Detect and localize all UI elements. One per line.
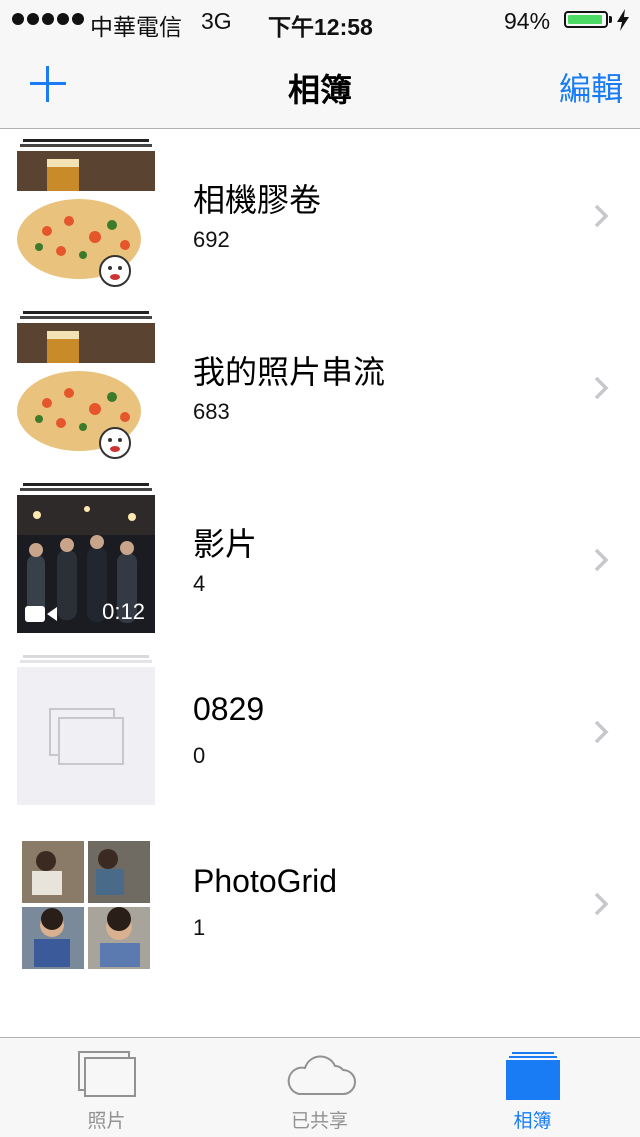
charging-bolt-icon xyxy=(617,9,629,31)
status-bar: 中華電信 3G 下午12:58 94% xyxy=(0,0,640,40)
album-count: 692 xyxy=(193,227,230,252)
cloud-icon xyxy=(287,1055,356,1095)
fried-rice-photo-thumbnail xyxy=(17,151,155,289)
album-name: 我的照片串流 xyxy=(193,354,386,390)
album-row-photogrid[interactable]: PhotoGrid 1 xyxy=(0,817,640,989)
album-thumbnail-stack xyxy=(17,655,155,805)
tab-shared[interactable]: 已共享 xyxy=(213,1038,426,1137)
battery-icon xyxy=(564,11,608,28)
chevron-right-icon xyxy=(594,720,609,744)
status-time: 下午12:58 xyxy=(268,14,373,40)
albums-icon xyxy=(505,1052,560,1100)
edit-button[interactable]: 編輯 xyxy=(559,64,623,110)
album-count: 683 xyxy=(193,399,230,424)
navigation-bar: 相簿 編輯 xyxy=(0,40,640,129)
tab-photos[interactable]: 照片 xyxy=(0,1038,213,1137)
battery-nub xyxy=(609,16,612,23)
carrier-name: 中華電信 xyxy=(90,14,182,40)
video-camera-icon xyxy=(25,606,57,622)
network-type: 3G xyxy=(201,8,232,34)
album-thumbnail-stack xyxy=(17,311,155,461)
fried-rice-photo-thumbnail xyxy=(17,323,155,461)
tab-albums[interactable]: 相簿 xyxy=(426,1038,639,1137)
album-count: 4 xyxy=(193,571,206,596)
video-duration: 0:12 xyxy=(102,599,145,624)
album-list: 相機膠卷 692 我的照片串流 683 0:12 影片 4 0829 0 Pho… xyxy=(0,129,640,989)
empty-album-placeholder xyxy=(17,667,155,805)
album-thumbnail-stack xyxy=(17,139,155,289)
page-title: 相簿 xyxy=(287,72,352,108)
battery-percentage: 94% xyxy=(504,8,551,34)
chevron-right-icon xyxy=(594,548,609,572)
video-thumbnail: 0:12 xyxy=(17,495,155,633)
photo-grid-collage-thumbnail xyxy=(20,839,152,971)
empty-album-icon xyxy=(49,708,124,765)
album-name: 0829 xyxy=(193,691,265,727)
tab-bar: 照片 已共享 相簿 xyxy=(0,1037,640,1137)
album-name: PhotoGrid xyxy=(193,863,338,899)
album-row-camera-roll[interactable]: 相機膠卷 692 xyxy=(0,129,640,301)
tab-label: 相簿 xyxy=(513,1111,552,1132)
tab-label: 已共享 xyxy=(290,1111,348,1132)
album-name: 相機膠卷 xyxy=(193,182,322,218)
album-thumbnail-stack: 0:12 xyxy=(17,483,155,633)
album-row-photo-stream[interactable]: 我的照片串流 683 xyxy=(0,301,640,473)
chevron-right-icon xyxy=(594,892,609,916)
album-row-0829[interactable]: 0829 0 xyxy=(0,645,640,817)
chevron-right-icon xyxy=(594,376,609,400)
chevron-right-icon xyxy=(594,204,609,228)
tab-label: 照片 xyxy=(87,1111,126,1132)
album-name: 影片 xyxy=(193,526,258,562)
signal-strength-icon xyxy=(12,13,84,25)
photos-icon xyxy=(77,1051,136,1097)
album-count: 0 xyxy=(193,743,206,768)
album-count: 1 xyxy=(193,915,206,940)
album-row-videos[interactable]: 0:12 影片 4 xyxy=(0,473,640,645)
album-thumbnail-stack xyxy=(17,827,155,977)
